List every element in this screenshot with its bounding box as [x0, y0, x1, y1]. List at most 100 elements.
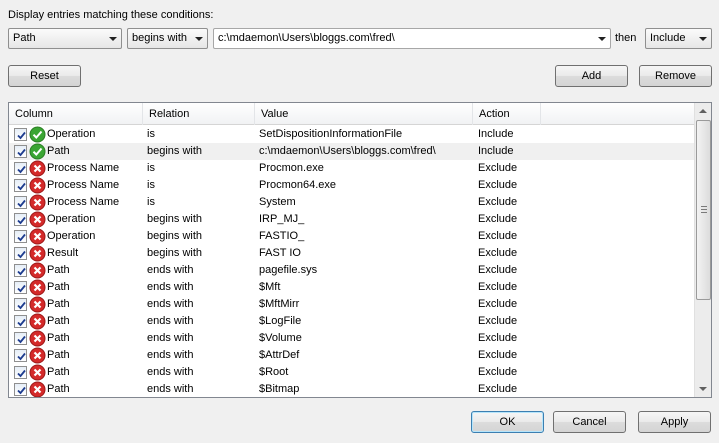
header-action[interactable]: Action	[473, 103, 541, 125]
table-row[interactable]: Process Name is Procmon.exe Exclude	[9, 160, 695, 177]
row-column: Path	[47, 366, 70, 378]
row-column: Path	[47, 349, 70, 361]
value-combobox-text: c:\mdaemon\Users\bloggs.com\fred\	[218, 32, 395, 44]
remove-button[interactable]: Remove	[639, 65, 712, 87]
row-checkbox[interactable]	[14, 145, 27, 158]
grip-line	[701, 206, 707, 207]
apply-button[interactable]: Apply	[638, 411, 711, 433]
row-value: $Bitmap	[259, 383, 300, 395]
row-column: Path	[47, 315, 70, 327]
list-header: Column Relation Value Action	[9, 103, 695, 125]
row-column: Process Name	[47, 196, 120, 208]
then-label: then	[615, 32, 637, 44]
chevron-down-icon[interactable]	[598, 37, 606, 41]
exclude-icon	[29, 160, 46, 177]
table-row[interactable]: Result begins with FAST IO Exclude	[9, 245, 695, 262]
filter-list[interactable]: Column Relation Value Action Operation is…	[8, 102, 712, 398]
row-checkbox[interactable]	[14, 383, 27, 396]
row-column: Result	[47, 247, 79, 259]
table-row[interactable]: Operation is SetDispositionInformationFile…	[9, 126, 695, 143]
table-row[interactable]: Path ends with $Mft Exclude	[9, 279, 695, 296]
exclude-icon	[29, 228, 46, 245]
row-column: Path	[47, 332, 70, 344]
row-action: Exclude	[478, 162, 518, 174]
row-relation: is	[147, 128, 155, 140]
row-checkbox[interactable]	[14, 264, 27, 277]
table-row[interactable]: Path ends with $AttrDef Exclude	[9, 347, 695, 364]
column-dropdown[interactable]: Path	[8, 28, 122, 49]
table-row[interactable]: Path ends with $LogFile Exclude	[9, 313, 695, 330]
table-row[interactable]: Path ends with $Bitmap Exclude	[9, 381, 695, 397]
row-value: FASTIO_	[259, 230, 305, 242]
row-relation: begins with	[147, 145, 203, 157]
table-row[interactable]: Path begins with c:\mdaemon\Users\bloggs.c…	[9, 143, 695, 160]
ok-button[interactable]: OK	[471, 411, 544, 433]
exclude-icon	[29, 313, 46, 330]
relation-dropdown-value: begins with	[132, 32, 188, 44]
row-value: Procmon64.exe	[259, 179, 337, 191]
table-row[interactable]: Path ends with $Volume Exclude	[9, 330, 695, 347]
row-value: $AttrDef	[259, 349, 300, 361]
scroll-up-icon[interactable]	[699, 109, 707, 113]
scrollbar-thumb[interactable]	[696, 120, 711, 300]
grip-line	[701, 209, 707, 210]
row-relation: is	[147, 196, 155, 208]
cancel-button[interactable]: Cancel	[553, 411, 626, 433]
row-relation: ends with	[147, 298, 194, 310]
row-checkbox[interactable]	[14, 213, 27, 226]
column-dropdown-value: Path	[13, 32, 36, 44]
row-checkbox[interactable]	[14, 366, 27, 379]
row-column: Path	[47, 281, 70, 293]
row-action: Include	[478, 128, 514, 140]
header-column[interactable]: Column	[9, 103, 143, 125]
row-checkbox[interactable]	[14, 349, 27, 362]
row-relation: begins with	[147, 247, 203, 259]
header-relation[interactable]: Relation	[143, 103, 255, 125]
row-checkbox[interactable]	[14, 230, 27, 243]
exclude-icon	[29, 211, 46, 228]
exclude-icon	[29, 262, 46, 279]
value-combobox[interactable]: c:\mdaemon\Users\bloggs.com\fred\	[213, 28, 611, 49]
row-checkbox[interactable]	[14, 298, 27, 311]
exclude-icon	[29, 347, 46, 364]
row-value: $Volume	[259, 332, 302, 344]
exclude-icon	[29, 296, 46, 313]
row-checkbox[interactable]	[14, 196, 27, 209]
row-checkbox[interactable]	[14, 315, 27, 328]
row-action: Exclude	[478, 213, 518, 225]
table-row[interactable]: Path ends with $MftMirr Exclude	[9, 296, 695, 313]
row-value: SetDispositionInformationFile	[259, 128, 403, 140]
row-checkbox[interactable]	[14, 247, 27, 260]
chevron-down-icon	[699, 37, 707, 41]
row-checkbox[interactable]	[14, 128, 27, 141]
row-checkbox[interactable]	[14, 332, 27, 345]
row-checkbox[interactable]	[14, 281, 27, 294]
row-value: IRP_MJ_	[259, 213, 305, 225]
table-row[interactable]: Process Name is Procmon64.exe Exclude	[9, 177, 695, 194]
row-action: Exclude	[478, 298, 518, 310]
table-row[interactable]: Process Name is System Exclude	[9, 194, 695, 211]
exclude-icon	[29, 194, 46, 211]
row-checkbox[interactable]	[14, 162, 27, 175]
header-value[interactable]: Value	[255, 103, 473, 125]
table-row[interactable]: Operation begins with FASTIO_ Exclude	[9, 228, 695, 245]
exclude-icon	[29, 364, 46, 381]
row-checkbox[interactable]	[14, 179, 27, 192]
table-row[interactable]: Operation begins with IRP_MJ_ Exclude	[9, 211, 695, 228]
row-action: Exclude	[478, 281, 518, 293]
relation-dropdown[interactable]: begins with	[127, 28, 208, 49]
row-value: $Mft	[259, 281, 281, 293]
table-row[interactable]: Path ends with $Root Exclude	[9, 364, 695, 381]
add-button[interactable]: Add	[555, 65, 628, 87]
scroll-down-icon[interactable]	[699, 387, 707, 391]
row-action: Exclude	[478, 315, 518, 327]
table-row[interactable]: Path ends with pagefile.sys Exclude	[9, 262, 695, 279]
vertical-scrollbar[interactable]	[694, 103, 711, 397]
row-column: Path	[47, 264, 70, 276]
row-column: Path	[47, 383, 70, 395]
reset-button[interactable]: Reset	[8, 65, 81, 87]
chevron-down-icon	[109, 37, 117, 41]
action-dropdown[interactable]: Include	[645, 28, 712, 49]
row-relation: is	[147, 179, 155, 191]
row-action: Exclude	[478, 196, 518, 208]
